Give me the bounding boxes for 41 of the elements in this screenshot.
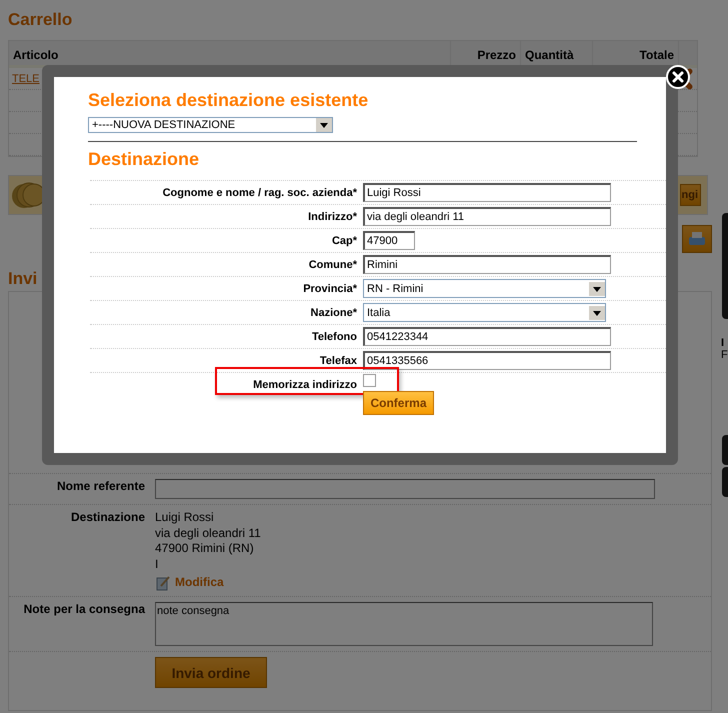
cart-title: Carrello [8, 10, 72, 31]
field-label: Telefax [318, 354, 358, 366]
field-label: Cap* [330, 234, 358, 246]
address-line: 47900 Rimini (RN) [155, 541, 255, 556]
field-label: Indirizzo* [307, 210, 358, 222]
contact-input[interactable] [155, 479, 655, 499]
edit-icon [155, 575, 171, 591]
field-label: Comune* [308, 258, 358, 270]
close-button[interactable] [666, 65, 690, 89]
select-field[interactable]: RN - Rimini [363, 279, 606, 298]
field-label: Nome referente [56, 479, 146, 495]
side-tab[interactable] [722, 435, 728, 465]
side-text: I [721, 337, 724, 349]
text-input[interactable]: via degli oleandri 11 [363, 207, 611, 226]
checkbox-label: Memorizza indirizzo [252, 378, 358, 390]
section-title: Seleziona destinazione esistente [88, 88, 370, 112]
text-input[interactable]: Luigi Rossi [363, 183, 611, 202]
notes-textarea[interactable]: note consegna [155, 602, 653, 646]
field-label: Provincia* [302, 282, 358, 294]
address-line: I [155, 556, 160, 572]
text-input[interactable]: 0541335566 [363, 351, 611, 370]
side-tab[interactable] [722, 467, 728, 497]
field-label: Note per la consegna [22, 602, 146, 618]
field-label: Destinazione [70, 510, 146, 526]
field-label: Cognome e nome / rag. soc. azienda* [162, 186, 358, 198]
destination-select[interactable]: +----NUOVA DESTINAZIONE [88, 117, 333, 133]
address-line: Luigi Rossi [155, 510, 215, 526]
text-input[interactable]: 0541223344 [363, 327, 611, 346]
field-label: Telefono [310, 330, 358, 342]
confirm-button[interactable]: Conferma [363, 391, 434, 415]
section-title: Destinazione [88, 148, 200, 170]
order-title: Invi [8, 269, 38, 290]
select-field[interactable]: Italia [363, 303, 606, 322]
address-line: via degli oleandri 11 [155, 526, 261, 541]
side-text: F [721, 349, 728, 361]
printer-icon [687, 231, 707, 247]
field-label: Nazione* [310, 306, 358, 318]
text-input[interactable]: 47900 [363, 231, 415, 250]
text-input[interactable]: Rimini [363, 255, 611, 274]
print-button[interactable] [682, 225, 712, 253]
checkbox[interactable] [363, 374, 376, 387]
